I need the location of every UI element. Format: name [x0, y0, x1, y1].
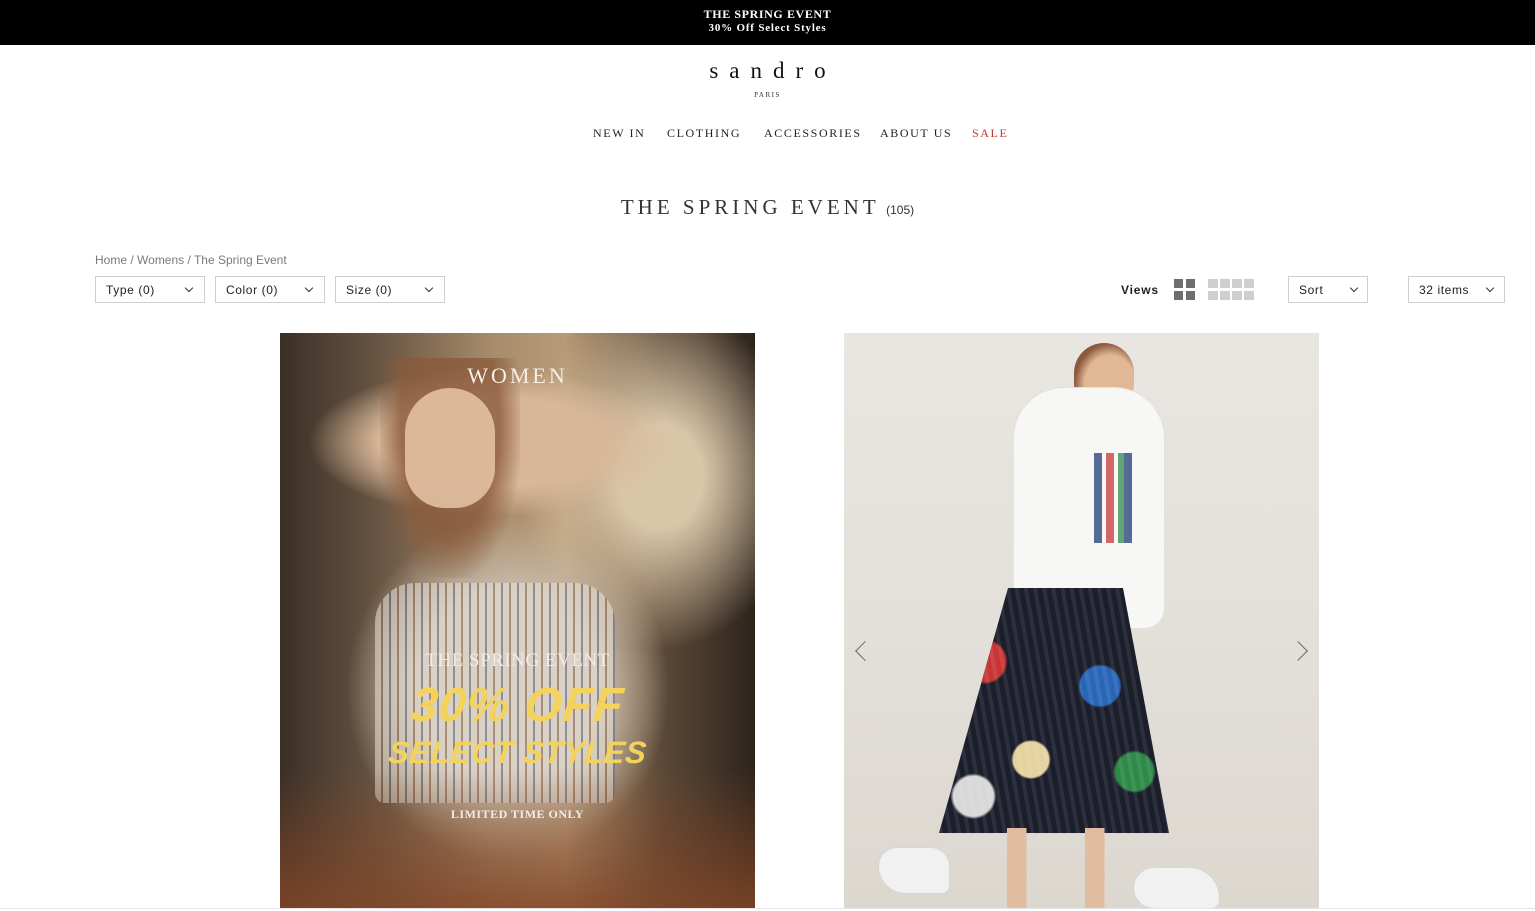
- breadcrumb-home[interactable]: Home: [95, 253, 127, 267]
- sort-label: Sort: [1299, 283, 1324, 297]
- color-filter-dropdown[interactable]: Color (0): [215, 276, 325, 303]
- chevron-down-icon: [1349, 283, 1359, 293]
- grid-4-view-icon[interactable]: [1208, 279, 1254, 300]
- chevron-down-icon: [1485, 283, 1495, 293]
- banner-discount-text: 30% OFF: [408, 679, 627, 732]
- chevron-right-icon[interactable]: [1288, 641, 1308, 661]
- banner-event-text: THE SPRING EVENT: [425, 650, 610, 671]
- divider: [0, 908, 1535, 909]
- breadcrumb-separator: /: [127, 253, 138, 267]
- sneaker: [879, 848, 949, 893]
- brand-tagline: PARIS: [754, 91, 781, 99]
- views-label: Views: [1121, 283, 1159, 297]
- banner-shadow: [280, 768, 755, 908]
- nav-accessories[interactable]: ACCESSORIES: [764, 126, 862, 141]
- sort-dropdown[interactable]: Sort: [1288, 276, 1368, 303]
- color-filter-label: Color (0): [226, 283, 279, 297]
- breadcrumb: Home / Womens / The Spring Event: [95, 253, 287, 267]
- model-face: [405, 388, 495, 508]
- breadcrumb-separator: /: [184, 253, 194, 267]
- chevron-down-icon: [304, 283, 314, 293]
- chevron-down-icon: [424, 283, 434, 293]
- nav-clothing[interactable]: CLOTHING: [667, 126, 741, 141]
- sneaker: [1134, 868, 1219, 908]
- main-nav: NEW IN CLOTHING ACCESSORIES ABOUT US SAL…: [0, 126, 1535, 144]
- nav-about-us[interactable]: ABOUT US: [880, 126, 952, 141]
- nav-new-in[interactable]: NEW IN: [593, 126, 645, 141]
- product-image-tile[interactable]: [844, 333, 1319, 908]
- type-filter-dropdown[interactable]: Type (0): [95, 276, 205, 303]
- promo-subtitle: 30% Off Select Styles: [708, 22, 827, 34]
- brand-logo[interactable]: sandro: [0, 58, 1535, 84]
- promo-banner-tile[interactable]: WOMEN THE SPRING EVENT 30% OFF SELECT ST…: [280, 333, 755, 908]
- chevron-down-icon: [184, 283, 194, 293]
- model-legs: [994, 828, 1124, 908]
- size-filter-dropdown[interactable]: Size (0): [335, 276, 445, 303]
- size-filter-label: Size (0): [346, 283, 393, 297]
- banner-limited-time-text: LIMITED TIME ONLY: [450, 807, 585, 821]
- breadcrumb-current: The Spring Event: [193, 253, 287, 267]
- hoodie-print: [1094, 453, 1134, 543]
- promo-bar[interactable]: THE SPRING EVENT 30% Off Select Styles: [0, 0, 1535, 45]
- banner-women-text: WOMEN: [467, 363, 568, 388]
- product-count: (105): [886, 203, 915, 217]
- grid-2-view-icon[interactable]: [1174, 279, 1195, 300]
- items-per-page-dropdown[interactable]: 32 items: [1408, 276, 1505, 303]
- banner-select-styles-text: SELECT STYLES: [386, 735, 649, 770]
- items-per-page-label: 32 items: [1419, 283, 1470, 297]
- page-title: THE SPRING EVENT: [620, 195, 880, 219]
- type-filter-label: Type (0): [106, 283, 155, 297]
- breadcrumb-womens[interactable]: Womens: [137, 253, 184, 267]
- page-heading: THE SPRING EVENT (105): [0, 195, 1535, 220]
- chevron-left-icon[interactable]: [855, 641, 875, 661]
- promo-title: THE SPRING EVENT: [703, 7, 832, 21]
- nav-sale[interactable]: SALE: [972, 126, 1008, 141]
